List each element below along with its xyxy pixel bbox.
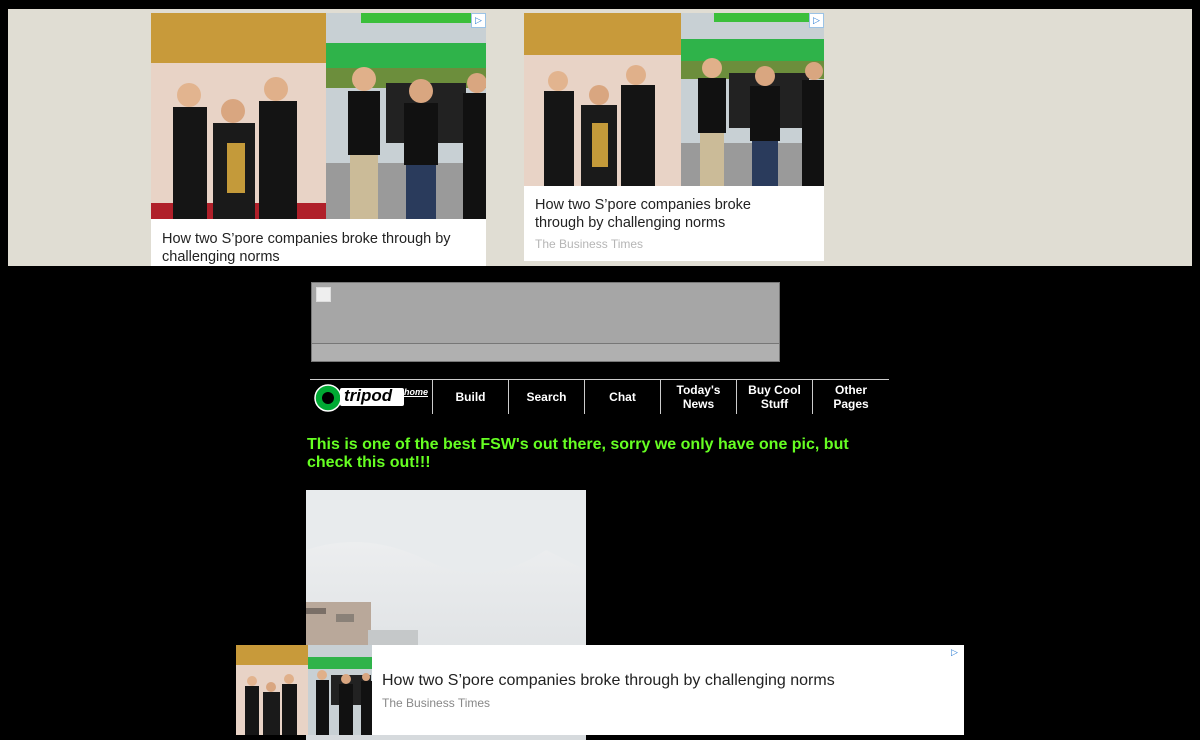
- nav-item-label: Build: [455, 390, 486, 404]
- logo-subtext: home: [404, 387, 429, 397]
- logo-text: tripod: [344, 386, 393, 405]
- ad-choices-icon[interactable]: ▷: [471, 13, 486, 28]
- nav-item-label: Buy Cool Stuff: [748, 383, 801, 411]
- broken-image-icon: [316, 287, 331, 302]
- nav-item-build[interactable]: Build: [432, 380, 508, 414]
- bottom-ad[interactable]: How two S’pore companies broke through b…: [236, 645, 964, 735]
- ad-photo[interactable]: [524, 13, 824, 186]
- page-headline: This is one of the best FSW's out there,…: [307, 436, 849, 471]
- tripod-home-logo[interactable]: tripod home: [310, 380, 432, 414]
- ad-title[interactable]: How two S’pore companies broke through b…: [382, 672, 942, 690]
- nav-item-label: Today's News: [676, 383, 721, 411]
- ad-title[interactable]: How two S’pore companies broke through b…: [162, 230, 472, 266]
- top-ad-band: ▷ How two S’pore companies broke through…: [8, 9, 1192, 266]
- nav-item-other-pages[interactable]: Other Pages: [812, 380, 889, 414]
- ad-photo[interactable]: [151, 13, 486, 219]
- banner-ad[interactable]: [311, 282, 780, 362]
- ad-choices-icon[interactable]: ▷: [948, 646, 961, 659]
- nav-item-buy-cool-stuff[interactable]: Buy Cool Stuff: [736, 380, 812, 414]
- banner-footer-strip: [312, 343, 779, 361]
- nav-item-label: Chat: [609, 390, 636, 404]
- nav-item-label: Search: [526, 390, 567, 404]
- nav-item-todays-news[interactable]: Today's News: [660, 380, 736, 414]
- ad-card-2[interactable]: ▷ How two S’pore companies broke through…: [524, 13, 824, 261]
- ad-card-1[interactable]: ▷ How two S’pore companies broke through…: [151, 13, 486, 266]
- ad-photo[interactable]: [236, 645, 372, 735]
- nav-item-chat[interactable]: Chat: [584, 380, 660, 414]
- ad-choices-icon[interactable]: ▷: [809, 13, 824, 28]
- ad-source: The Business Times: [382, 696, 491, 710]
- ad-title[interactable]: How two S’pore companies broke through b…: [535, 196, 795, 232]
- tripod-navbar: tripod home Build Search Chat Today's Ne…: [310, 379, 889, 414]
- nav-item-label: Other Pages: [833, 383, 869, 411]
- ad-source: The Business Times: [535, 237, 644, 251]
- nav-item-search[interactable]: Search: [508, 380, 584, 414]
